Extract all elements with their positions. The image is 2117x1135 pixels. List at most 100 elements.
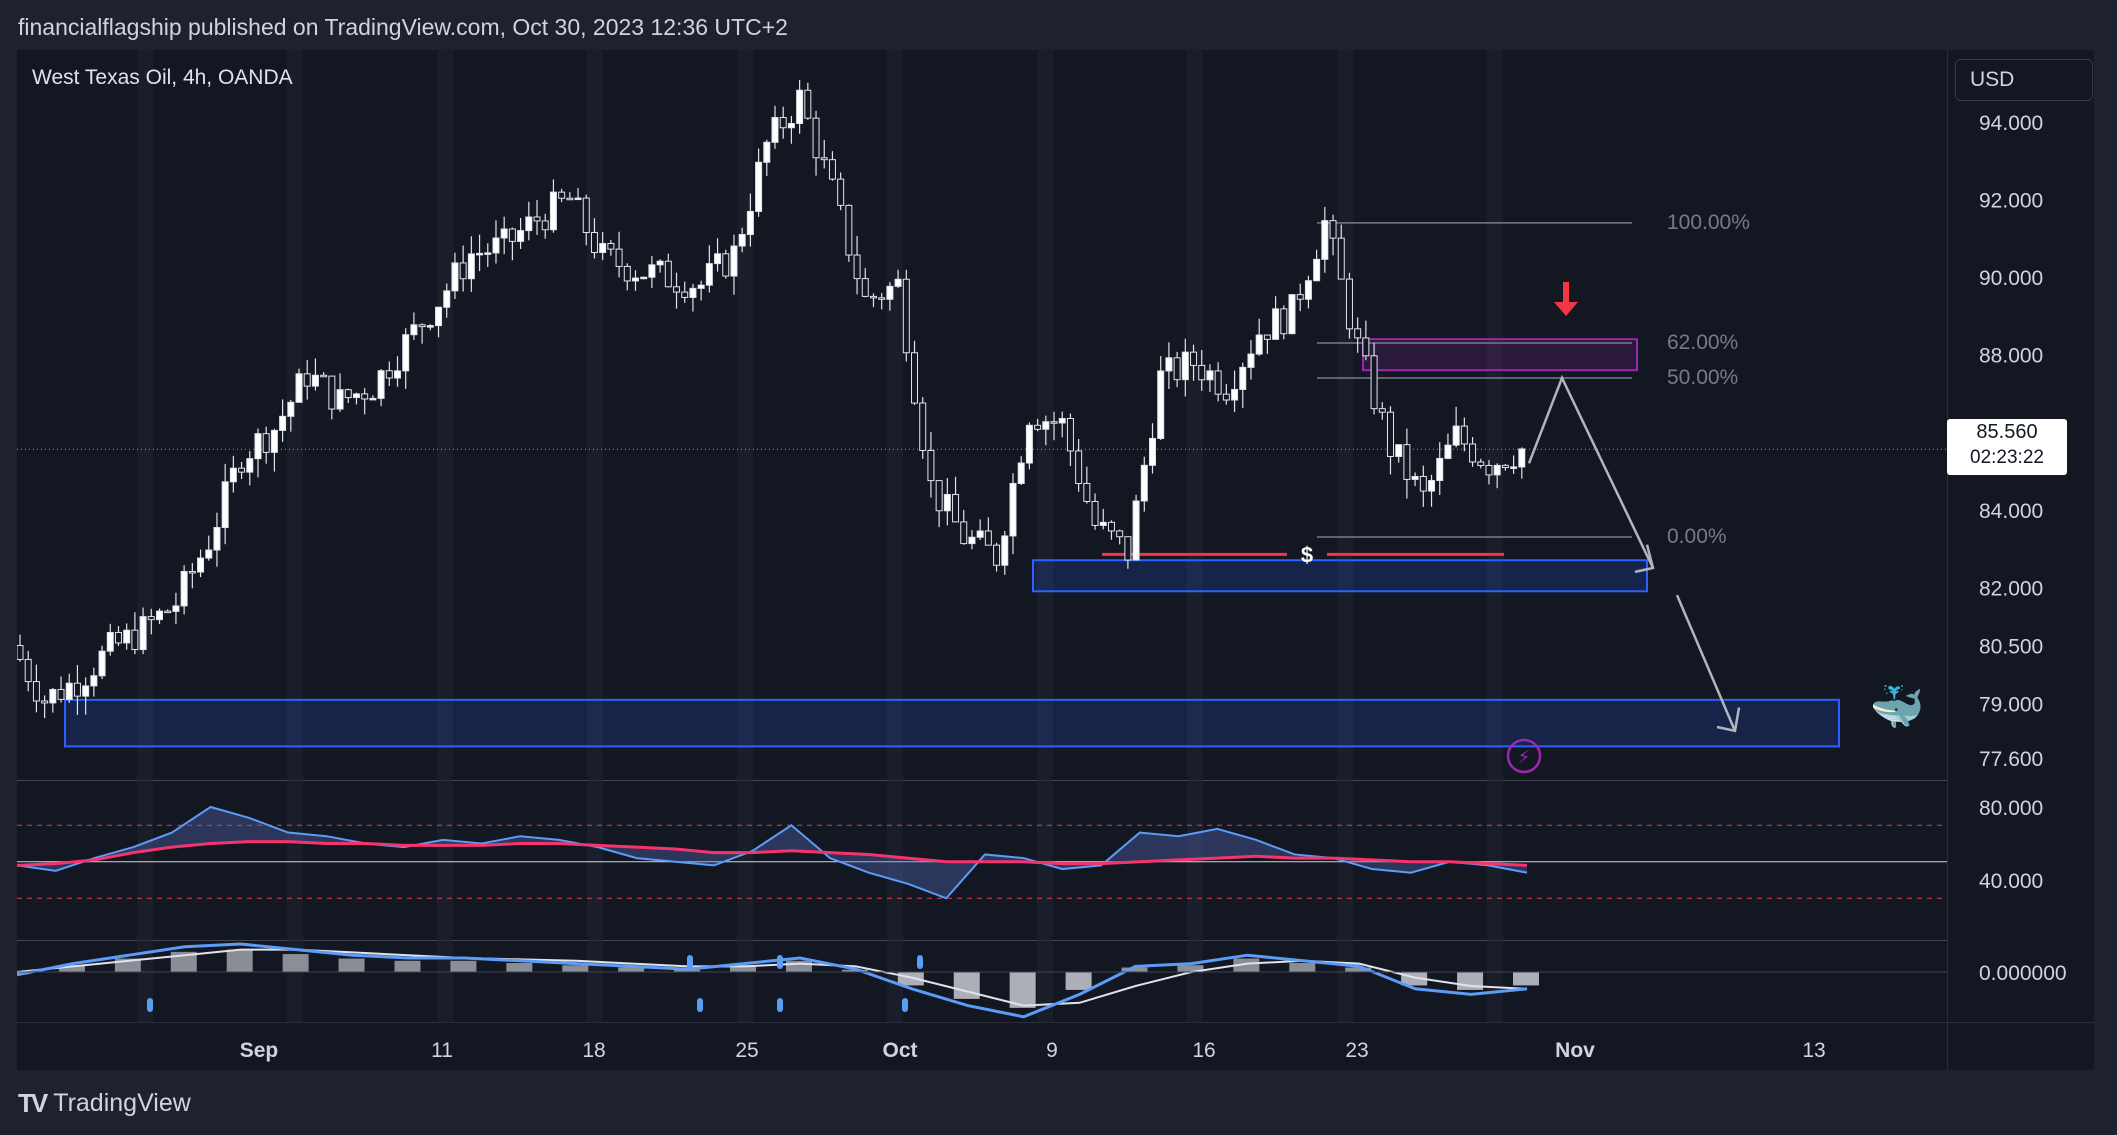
candle-body xyxy=(1165,357,1173,372)
candle-body xyxy=(886,285,894,300)
projection-path xyxy=(1527,374,1741,733)
candle-body xyxy=(114,631,122,644)
candle-body xyxy=(1493,464,1501,476)
session-stripe xyxy=(587,50,603,1022)
candle-body xyxy=(476,252,484,256)
macd-cross-marker-up xyxy=(687,955,693,969)
candle-body xyxy=(1198,364,1206,381)
candle-body xyxy=(1370,355,1378,410)
price-axis-label: 80.500 xyxy=(1979,636,2043,659)
candle-body xyxy=(344,389,352,399)
candle-body xyxy=(1042,421,1050,430)
candle-body xyxy=(869,295,877,299)
candle-body xyxy=(352,393,360,399)
candle-body xyxy=(812,117,820,159)
candle-body xyxy=(270,429,278,453)
bar-countdown: 02:23:22 xyxy=(1970,447,2044,468)
price-axis-label: 94.000 xyxy=(1979,112,2043,135)
candle-body xyxy=(894,278,902,287)
candle-body xyxy=(484,252,492,255)
candle-body xyxy=(1017,462,1025,484)
rsi-axis-label: 40.000 xyxy=(1979,870,2043,893)
candle-body xyxy=(705,263,713,286)
candle-body xyxy=(131,629,139,651)
chart-panel[interactable]: 94.00092.00090.00088.00086.00084.00082.0… xyxy=(17,50,2094,1070)
price-axis-label: 82.000 xyxy=(1979,577,2043,600)
candle-body xyxy=(820,157,828,161)
candle-body xyxy=(779,117,787,129)
candle-body xyxy=(1280,308,1288,335)
candle-body xyxy=(1157,370,1165,439)
candle-body xyxy=(1066,417,1074,452)
candle-body xyxy=(878,297,886,300)
candle-body xyxy=(1411,475,1419,480)
candle-body xyxy=(1083,482,1091,502)
candle-body xyxy=(426,325,434,328)
candle-body xyxy=(1116,530,1124,538)
rsi-axis-label: 80.000 xyxy=(1979,797,2043,820)
candle-body xyxy=(656,260,664,266)
candle-body xyxy=(1214,370,1222,395)
time-axis-label: 9 xyxy=(1046,1039,1058,1062)
candle-body xyxy=(443,290,451,308)
candle-body xyxy=(1395,444,1403,457)
candle-body xyxy=(1206,370,1214,381)
candle-body xyxy=(385,370,393,379)
candle-body xyxy=(451,262,459,292)
candle-body xyxy=(73,682,81,697)
currency-button[interactable]: USD xyxy=(1955,59,2093,101)
session-stripe xyxy=(1187,50,1203,1022)
candle-body xyxy=(730,245,738,277)
candle-body xyxy=(533,216,541,222)
candle-body xyxy=(336,389,344,410)
candle-body xyxy=(1444,444,1452,459)
candle-body xyxy=(599,243,607,254)
candle-body xyxy=(1099,521,1107,526)
candle-body xyxy=(615,248,623,267)
last-price-tag: 85.560 02:23:22 xyxy=(1947,419,2067,475)
candle-body xyxy=(837,178,845,206)
session-stripe xyxy=(1037,50,1053,1022)
candle-body xyxy=(689,287,697,298)
candle-body xyxy=(24,658,32,683)
fib-label: 50.00% xyxy=(1667,366,1738,389)
chart-svg[interactable]: 94.00092.00090.00088.00086.00084.00082.0… xyxy=(17,50,2094,1070)
candle-body xyxy=(935,480,943,512)
candle-body xyxy=(188,570,196,574)
candle-body xyxy=(1436,457,1444,482)
candle-body xyxy=(328,375,336,410)
candle-body xyxy=(1107,521,1115,532)
candle-body xyxy=(755,161,763,212)
candle-body xyxy=(1231,388,1239,401)
candle-body xyxy=(1173,357,1181,381)
zone-demand-near xyxy=(1032,559,1648,593)
candle-body xyxy=(549,191,557,231)
candle-body xyxy=(246,458,254,473)
candle-body xyxy=(303,373,311,387)
candle-body xyxy=(41,700,49,704)
candle-body xyxy=(410,324,418,336)
candle-body xyxy=(238,467,246,473)
macd-histogram-bar xyxy=(953,972,980,999)
candle-body xyxy=(714,253,722,265)
fib-label: 62.00% xyxy=(1667,331,1738,354)
candle-body xyxy=(1050,421,1058,424)
candle-body xyxy=(500,228,508,239)
candle-body xyxy=(1058,417,1066,424)
candles xyxy=(17,80,1526,719)
time-axis-label: Sep xyxy=(240,1039,279,1062)
candle-body xyxy=(763,141,771,163)
candle-body xyxy=(517,230,525,242)
macd-cross-marker-down xyxy=(697,998,703,1012)
price-axis-border xyxy=(1947,50,1948,1070)
pane-separator-rsi xyxy=(17,780,1947,781)
price-axis-label: 84.000 xyxy=(1979,500,2043,523)
whale-icon: 🐳 xyxy=(1870,683,1925,732)
candle-body xyxy=(1149,437,1156,466)
candle-body xyxy=(804,89,812,119)
candle-body xyxy=(90,675,98,687)
price-axis-label: 92.000 xyxy=(1979,190,2043,213)
candle-body xyxy=(943,493,951,512)
candle-body xyxy=(1460,425,1468,445)
macd-histogram-bar xyxy=(226,949,253,972)
